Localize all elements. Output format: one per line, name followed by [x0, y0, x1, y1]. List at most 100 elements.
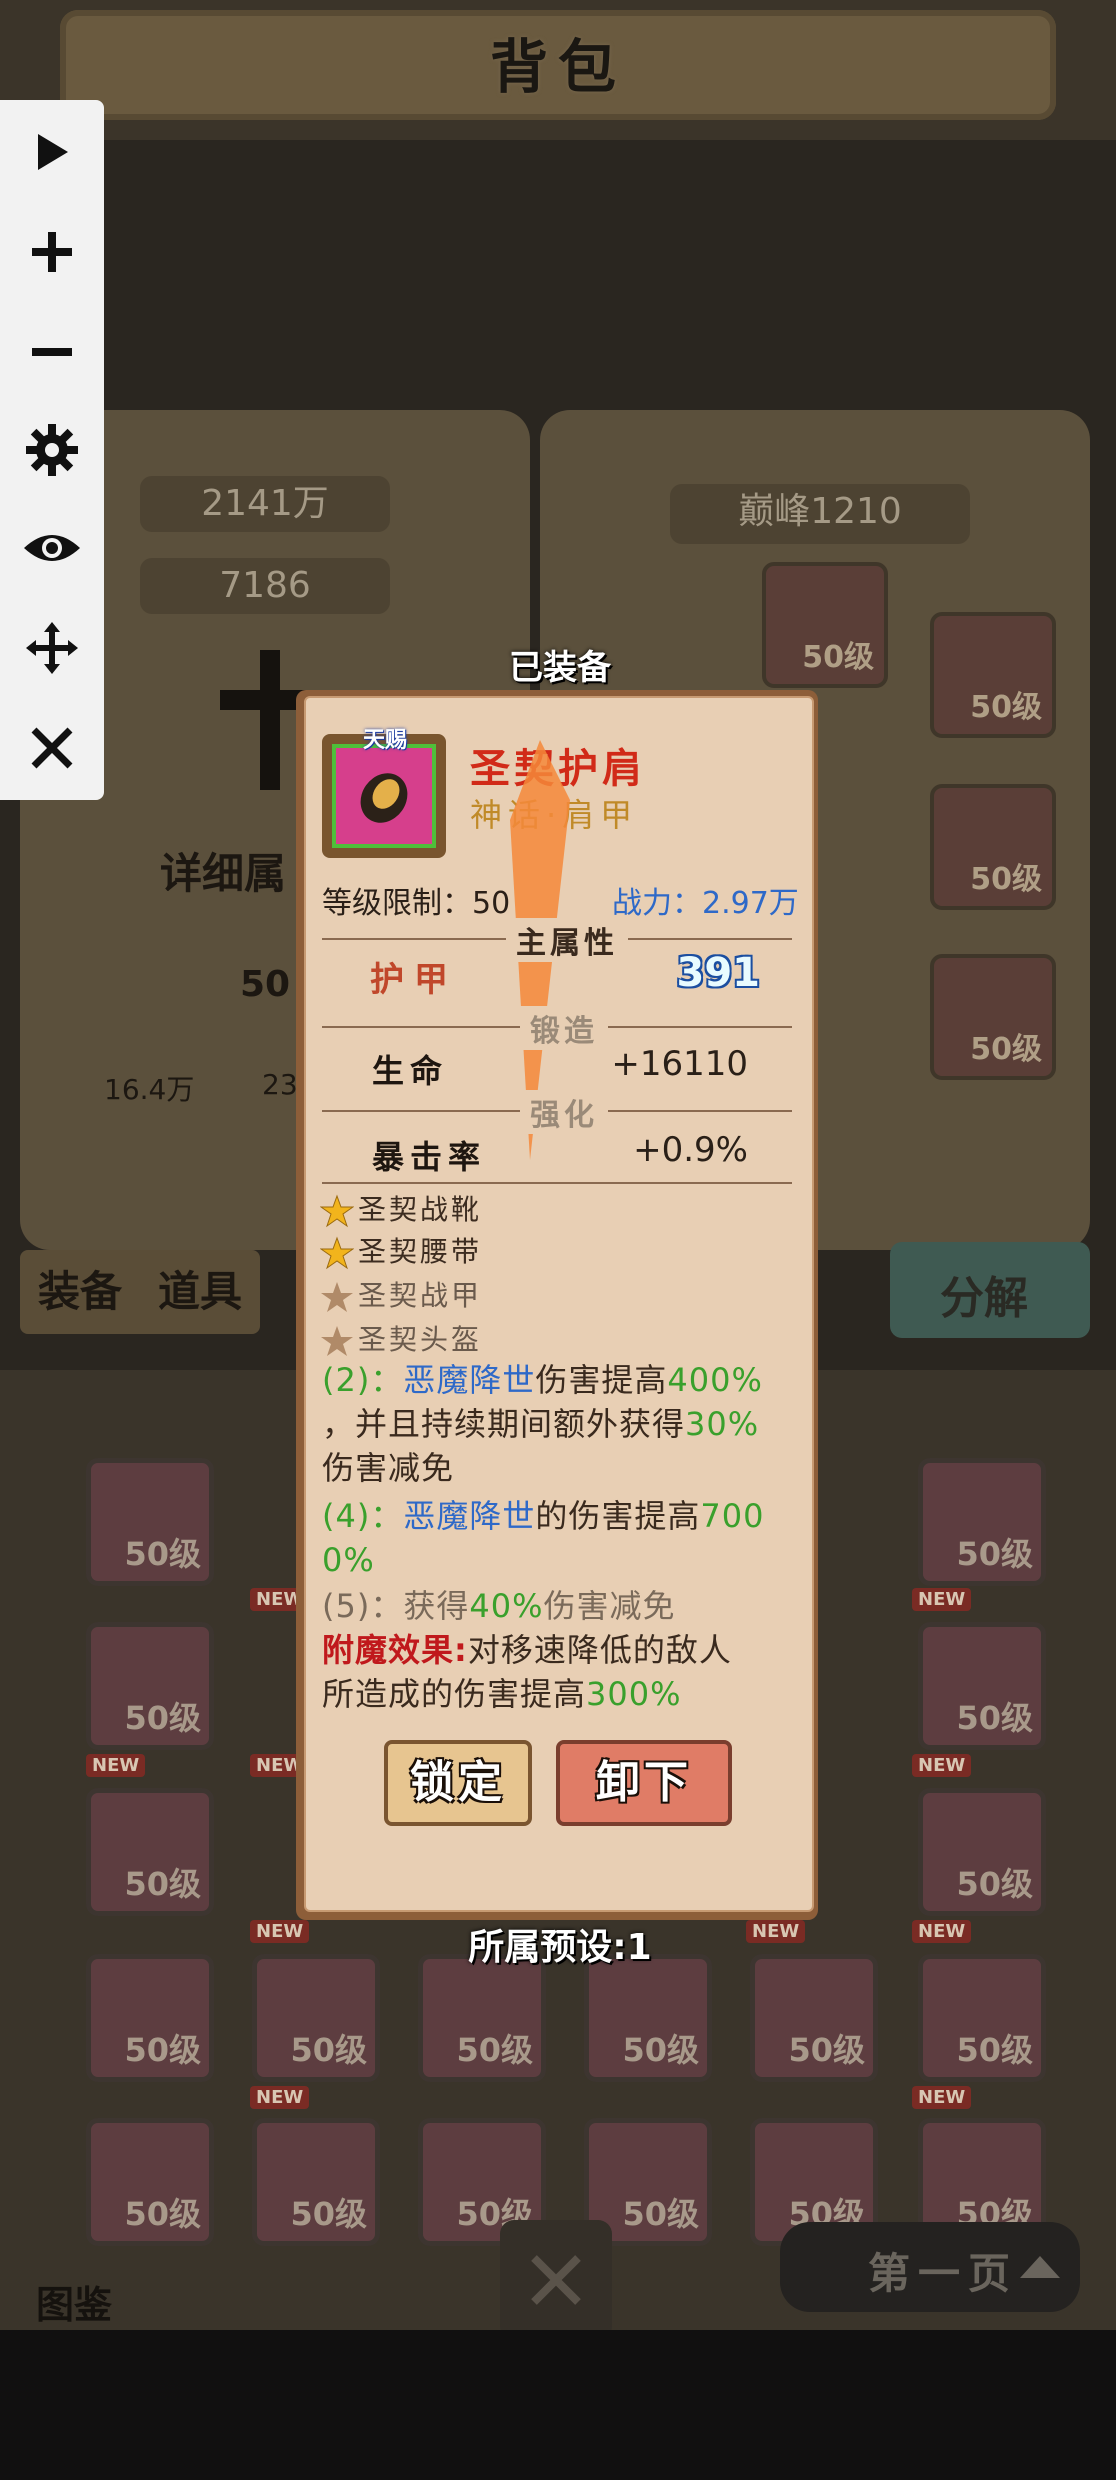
- inventory-item[interactable]: 50级: [418, 1954, 546, 2082]
- page-selector[interactable]: 第一页: [780, 2222, 1080, 2312]
- item-level: 50级: [956, 1699, 1033, 1737]
- item-level: 50级: [124, 1535, 201, 1573]
- item-level: 50级: [124, 1865, 201, 1903]
- bonus-text: 伤害减免: [543, 1587, 676, 1625]
- gem-display: 7186: [140, 558, 390, 614]
- inventory-item[interactable]: 50级: [86, 1788, 214, 1916]
- inventory-item[interactable]: 50级: [252, 2118, 380, 2246]
- new-badge: NEW: [912, 1588, 972, 1611]
- inventory-item[interactable]: 50级: [918, 1622, 1046, 1750]
- hp-stat: 23: [262, 1068, 298, 1101]
- tab-items[interactable]: 道具: [158, 1250, 242, 1334]
- bonus-text: 伤害减免: [322, 1449, 455, 1487]
- move-icon: [26, 622, 78, 674]
- item-level: 50级: [622, 2195, 699, 2233]
- equip-slot[interactable]: 50级: [930, 954, 1056, 1080]
- enchant-text: 对移速降低的敌人: [467, 1631, 732, 1669]
- zoom-in-button[interactable]: [0, 202, 104, 302]
- divider: [322, 1182, 792, 1184]
- set-item: 圣契战靴: [320, 1188, 482, 1228]
- chevron-up-icon: [1020, 2256, 1060, 2278]
- set-item-name: 圣契腰带: [358, 1235, 483, 1268]
- set-item-name: 圣契战甲: [358, 1279, 483, 1312]
- gem-value: 7186: [219, 565, 311, 606]
- inventory-item[interactable]: 50级: [584, 1954, 712, 2082]
- tab-equip[interactable]: 装备: [38, 1250, 122, 1334]
- new-badge: NEW: [250, 1920, 310, 1943]
- star-icon: [320, 1194, 354, 1228]
- star-icon: [320, 1236, 354, 1270]
- new-badge: NEW: [86, 1754, 146, 1777]
- item-level: 50级: [956, 1865, 1033, 1903]
- set-item-name: 圣契头盔: [358, 1323, 483, 1356]
- inventory-item[interactable]: 50级: [86, 1622, 214, 1750]
- eye-icon: [24, 535, 80, 561]
- unequip-button[interactable]: 卸下: [556, 1740, 732, 1826]
- decompose-button[interactable]: 分解: [890, 1242, 1090, 1338]
- item-level: 50级: [788, 2031, 865, 2069]
- enchant-effect: 附魔效果:对移速降低的敌人 所造成的伤害提高300%: [322, 1628, 802, 1716]
- codex-label[interactable]: 图鉴: [36, 2274, 112, 2329]
- set-bonus-5: (5)：获得40%伤害减免: [322, 1584, 802, 1628]
- item-level: 50级: [124, 1699, 201, 1737]
- bonus-value: 700: [700, 1497, 765, 1535]
- page-label: 第一页: [868, 2249, 1019, 2298]
- gold-value: 2141万: [201, 483, 329, 524]
- settings-button[interactable]: [0, 400, 104, 500]
- visibility-button[interactable]: [0, 498, 104, 598]
- item-level: 50级: [956, 2031, 1033, 2069]
- close-icon: [531, 2255, 581, 2305]
- peak-level-value: 巅峰1210: [738, 491, 902, 532]
- slot-level: 50级: [802, 640, 874, 675]
- lock-button[interactable]: 锁定: [384, 1740, 532, 1826]
- shoulder-armor-icon: [360, 773, 408, 823]
- crit-value: +0.9%: [633, 1130, 748, 1170]
- zoom-out-button[interactable]: [0, 302, 104, 402]
- play-button[interactable]: [0, 102, 104, 202]
- zoom-out-icon: [32, 348, 72, 356]
- character-level: 50: [240, 964, 291, 1005]
- set-bonus-4: (4)：恶魔降世的伤害提高700 0%: [322, 1494, 802, 1582]
- equip-slot[interactable]: 50级: [930, 784, 1056, 910]
- close-toolbar-button[interactable]: [0, 698, 104, 798]
- level-limit: 等级限制：50: [322, 886, 511, 921]
- unequip-label: 卸下: [596, 1757, 692, 1808]
- inventory-item[interactable]: 50级: [750, 1954, 878, 2082]
- item-level: 50级: [956, 1535, 1033, 1573]
- crit-label: 暴击率: [372, 1138, 487, 1176]
- page-title: 背包: [489, 33, 626, 101]
- equip-slot[interactable]: 50级: [762, 562, 888, 688]
- settings-icon: [26, 424, 78, 476]
- tab-bar: 装备 道具: [20, 1250, 260, 1334]
- skill-name: 恶魔降世: [403, 1361, 536, 1399]
- item-icon: [332, 744, 436, 848]
- bonus-text: 的伤害提高: [535, 1497, 701, 1535]
- peak-level-display: 巅峰1210: [670, 484, 970, 544]
- slot-level: 50级: [970, 1032, 1042, 1067]
- preset-label: 所属预设:1: [468, 1927, 652, 1968]
- item-level: 50级: [456, 2031, 533, 2069]
- close-inventory-button[interactable]: [500, 2220, 612, 2340]
- inventory-item[interactable]: 50级: [252, 1954, 380, 2082]
- inventory-item[interactable]: 50级: [918, 1954, 1046, 2082]
- inventory-item[interactable]: 50级: [918, 1788, 1046, 1916]
- set-item: 圣契腰带: [320, 1230, 482, 1270]
- bottom-bar: [0, 2330, 1116, 2480]
- bonus-value: 0%: [322, 1541, 375, 1579]
- inventory-item[interactable]: 50级: [86, 1954, 214, 2082]
- new-badge: NEW: [912, 2086, 972, 2109]
- move-button[interactable]: [0, 598, 104, 698]
- bonus-value: 400%: [667, 1361, 763, 1399]
- floating-toolbar: [0, 100, 104, 800]
- inventory-item[interactable]: 50级: [86, 2118, 214, 2246]
- details-label[interactable]: 详细属: [160, 840, 286, 901]
- set-bonus-2: (2)：恶魔降世伤害提高400% ，并且持续期间额外获得30% 伤害减免: [322, 1358, 802, 1490]
- inventory-item[interactable]: 50级: [86, 1458, 214, 1586]
- bonus-value: 30%: [685, 1405, 760, 1443]
- inventory-item[interactable]: 50级: [918, 1458, 1046, 1586]
- set-item-name: 圣契战靴: [358, 1193, 483, 1226]
- item-level: 50级: [290, 2195, 367, 2233]
- hp-label: 生命: [372, 1052, 449, 1090]
- close-icon: [31, 727, 73, 769]
- equip-slot[interactable]: 50级: [930, 612, 1056, 738]
